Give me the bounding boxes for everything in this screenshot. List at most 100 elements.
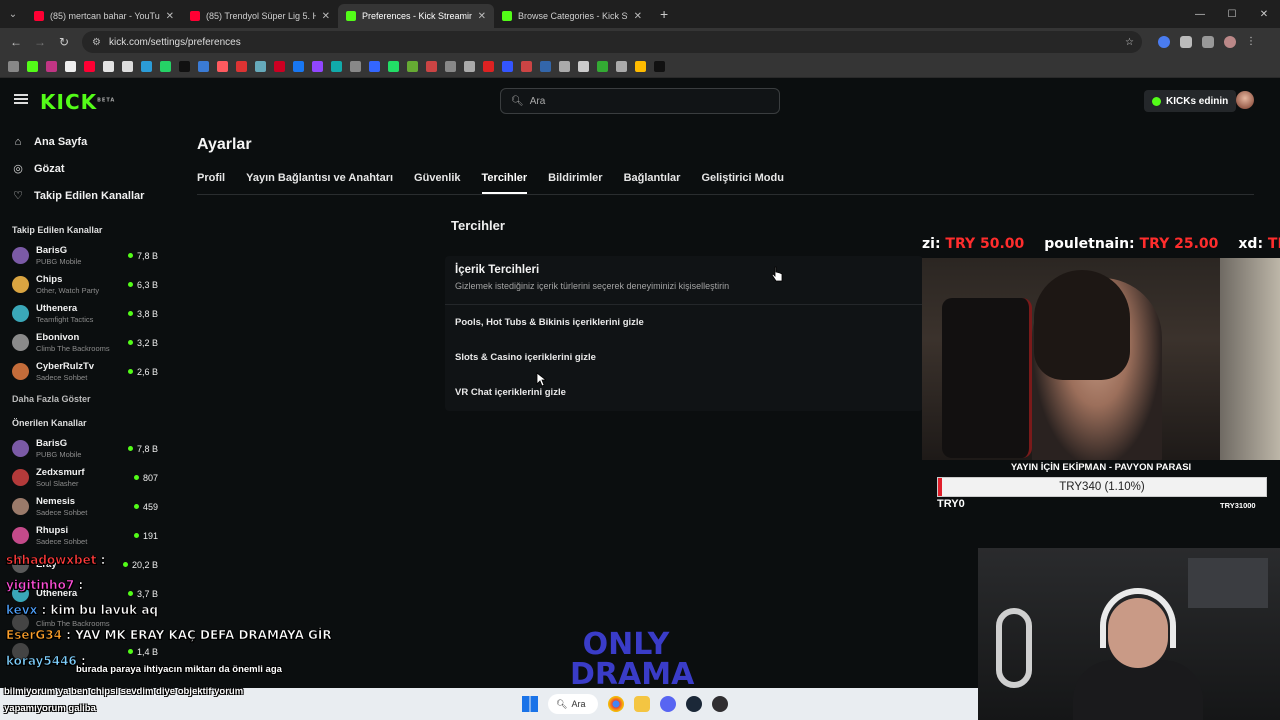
bookmark-favicon-icon[interactable] xyxy=(350,61,361,72)
channel-row[interactable]: Uthenera Teamfight Tactics 3,8 B xyxy=(0,299,170,328)
viewer-count-value: 2,6 B xyxy=(136,366,158,377)
discord-icon[interactable] xyxy=(660,696,676,712)
channel-row[interactable]: Chips Other, Watch Party 6,3 B xyxy=(0,270,170,299)
bookmark-favicon-icon[interactable] xyxy=(597,61,608,72)
channel-row[interactable]: Ebonivon Climb The Backrooms 3,2 B xyxy=(0,328,170,357)
bookmark-favicon-icon[interactable] xyxy=(483,61,494,72)
bookmark-favicon-icon[interactable] xyxy=(179,61,190,72)
sidebar-nav-item[interactable]: ♡ Takip Edilen Kanallar xyxy=(0,182,170,209)
bookmark-favicon-icon[interactable] xyxy=(236,61,247,72)
browser-tab[interactable]: Preferences - Kick Streaming ✕ xyxy=(338,4,494,28)
bookmark-favicon-icon[interactable] xyxy=(255,61,266,72)
reload-icon[interactable]: ↻ xyxy=(52,35,76,49)
content-filter-option[interactable]: Pools, Hot Tubs & Bikinis içeriklerini g… xyxy=(445,305,923,340)
bookmark-favicon-icon[interactable] xyxy=(578,61,589,72)
minimize-icon[interactable]: — xyxy=(1184,0,1216,28)
bookmark-favicon-icon[interactable] xyxy=(312,61,323,72)
tab-search-icon[interactable]: ⌄ xyxy=(0,0,26,28)
bookmark-favicon-icon[interactable] xyxy=(464,61,475,72)
maximize-icon[interactable]: ☐ xyxy=(1216,0,1248,28)
settings-tab[interactable]: Yayın Bağlantısı ve Anahtarı xyxy=(246,170,393,194)
bookmark-favicon-icon[interactable] xyxy=(8,61,19,72)
bookmark-favicon-icon[interactable] xyxy=(616,61,627,72)
back-icon[interactable]: ← xyxy=(4,35,28,49)
settings-tab[interactable]: Tercihler xyxy=(481,170,528,194)
browser-tab[interactable]: Browse Categories - Kick Streaming ✕ xyxy=(494,4,650,28)
url-field[interactable]: ⚙ kick.com/settings/preferences ☆ xyxy=(82,31,1142,53)
more-menu-icon[interactable]: ⋮ xyxy=(1246,36,1258,48)
bookmark-favicon-icon[interactable] xyxy=(84,61,95,72)
get-kicks-button[interactable]: KICKs edinin xyxy=(1144,90,1237,112)
search-input[interactable]: 🔍︎ Ara xyxy=(500,88,780,114)
chrome-icon[interactable] xyxy=(608,696,624,712)
profile-avatar-icon[interactable] xyxy=(1224,36,1236,48)
site-info-icon[interactable]: ⚙ xyxy=(92,37,101,48)
bookmark-favicon-icon[interactable] xyxy=(293,61,304,72)
channel-row[interactable]: CyberRulzTv Sadece Sohbet 2,6 B xyxy=(0,357,170,386)
bookmark-favicon-icon[interactable] xyxy=(559,61,570,72)
bookmark-favicon-icon[interactable] xyxy=(407,61,418,72)
tab-close-icon[interactable]: ✕ xyxy=(322,11,330,22)
arrow-cursor-icon xyxy=(536,372,546,387)
bookmark-favicon-icon[interactable] xyxy=(502,61,513,72)
content-filter-option[interactable]: VR Chat içeriklerini gizle xyxy=(445,375,923,410)
show-more-link[interactable]: Daha Fazla Göster xyxy=(0,394,170,404)
sidebar-nav-item[interactable]: ◎ Gözat xyxy=(0,155,170,182)
bookmark-favicon-icon[interactable] xyxy=(27,61,38,72)
kick-logo[interactable]: KICKBETA xyxy=(40,90,115,114)
new-tab-button[interactable]: + xyxy=(660,6,668,22)
bookmark-favicon-icon[interactable] xyxy=(103,61,114,72)
bookmark-favicon-icon[interactable] xyxy=(274,61,285,72)
bookmark-favicon-icon[interactable] xyxy=(65,61,76,72)
home-icon: ⌂ xyxy=(14,135,22,148)
goal-max: TRY31000 xyxy=(1220,501,1256,510)
bookmark-favicon-icon[interactable] xyxy=(122,61,133,72)
channel-info: BarisG PUBG Mobile xyxy=(36,245,81,266)
browser-tab[interactable]: (85) mertcan bahar - YouTube ✕ xyxy=(26,4,182,28)
forward-icon[interactable]: → xyxy=(28,35,52,49)
media-icon[interactable] xyxy=(1202,36,1214,48)
settings-tab[interactable]: Güvenlik xyxy=(414,170,460,194)
browser-tab[interactable]: (85) Trendyol Süper Lig 5. Haftası ✕ xyxy=(182,4,338,28)
channel-row[interactable]: BarisG PUBG Mobile 7,8 B xyxy=(0,241,170,270)
settings-tab[interactable]: Geliştirici Modu xyxy=(701,170,784,194)
tab-close-icon[interactable]: ✕ xyxy=(634,11,642,22)
settings-tab[interactable]: Profil xyxy=(197,170,225,194)
extension-icon[interactable] xyxy=(1158,36,1170,48)
channel-row[interactable]: Rhupsi Sadece Sohbet 191 xyxy=(0,521,170,550)
bookmark-favicon-icon[interactable] xyxy=(521,61,532,72)
menu-icon[interactable] xyxy=(14,94,28,104)
windows-start-icon[interactable] xyxy=(522,696,538,712)
bookmark-favicon-icon[interactable] xyxy=(217,61,228,72)
content-filter-option[interactable]: Slots & Casino içeriklerini gizle xyxy=(445,340,923,375)
obs-icon[interactable] xyxy=(712,696,728,712)
user-avatar[interactable] xyxy=(1236,91,1254,109)
channel-row[interactable]: Nemesis Sadece Sohbet 459 xyxy=(0,492,170,521)
bookmark-favicon-icon[interactable] xyxy=(388,61,399,72)
bookmark-favicon-icon[interactable] xyxy=(635,61,646,72)
channel-row[interactable]: BarisG PUBG Mobile 7,8 B xyxy=(0,434,170,463)
sidebar-nav-item[interactable]: ⌂ Ana Sayfa xyxy=(0,128,170,155)
close-window-icon[interactable]: ✕ xyxy=(1248,0,1280,28)
bookmark-favicon-icon[interactable] xyxy=(331,61,342,72)
channel-row[interactable]: Zedxsmurf Soul Slasher 807 xyxy=(0,463,170,492)
bookmark-favicon-icon[interactable] xyxy=(369,61,380,72)
bookmark-favicon-icon[interactable] xyxy=(654,61,665,72)
settings-tab[interactable]: Bağlantılar xyxy=(624,170,681,194)
folder-icon[interactable] xyxy=(634,696,650,712)
webcam2-poster xyxy=(1188,558,1268,608)
bookmark-favicon-icon[interactable] xyxy=(160,61,171,72)
puzzle-icon[interactable] xyxy=(1180,36,1192,48)
taskbar-search[interactable]: 🔍︎ Ara xyxy=(548,694,598,714)
steam-icon[interactable] xyxy=(686,696,702,712)
bookmark-favicon-icon[interactable] xyxy=(540,61,551,72)
bookmark-favicon-icon[interactable] xyxy=(445,61,456,72)
tab-close-icon[interactable]: ✕ xyxy=(166,11,174,22)
bookmark-favicon-icon[interactable] xyxy=(198,61,209,72)
bookmark-star-icon[interactable]: ☆ xyxy=(1125,37,1134,48)
bookmark-favicon-icon[interactable] xyxy=(141,61,152,72)
bookmark-favicon-icon[interactable] xyxy=(46,61,57,72)
settings-tab[interactable]: Bildirimler xyxy=(548,170,602,194)
tab-close-icon[interactable]: ✕ xyxy=(478,11,486,22)
bookmark-favicon-icon[interactable] xyxy=(426,61,437,72)
